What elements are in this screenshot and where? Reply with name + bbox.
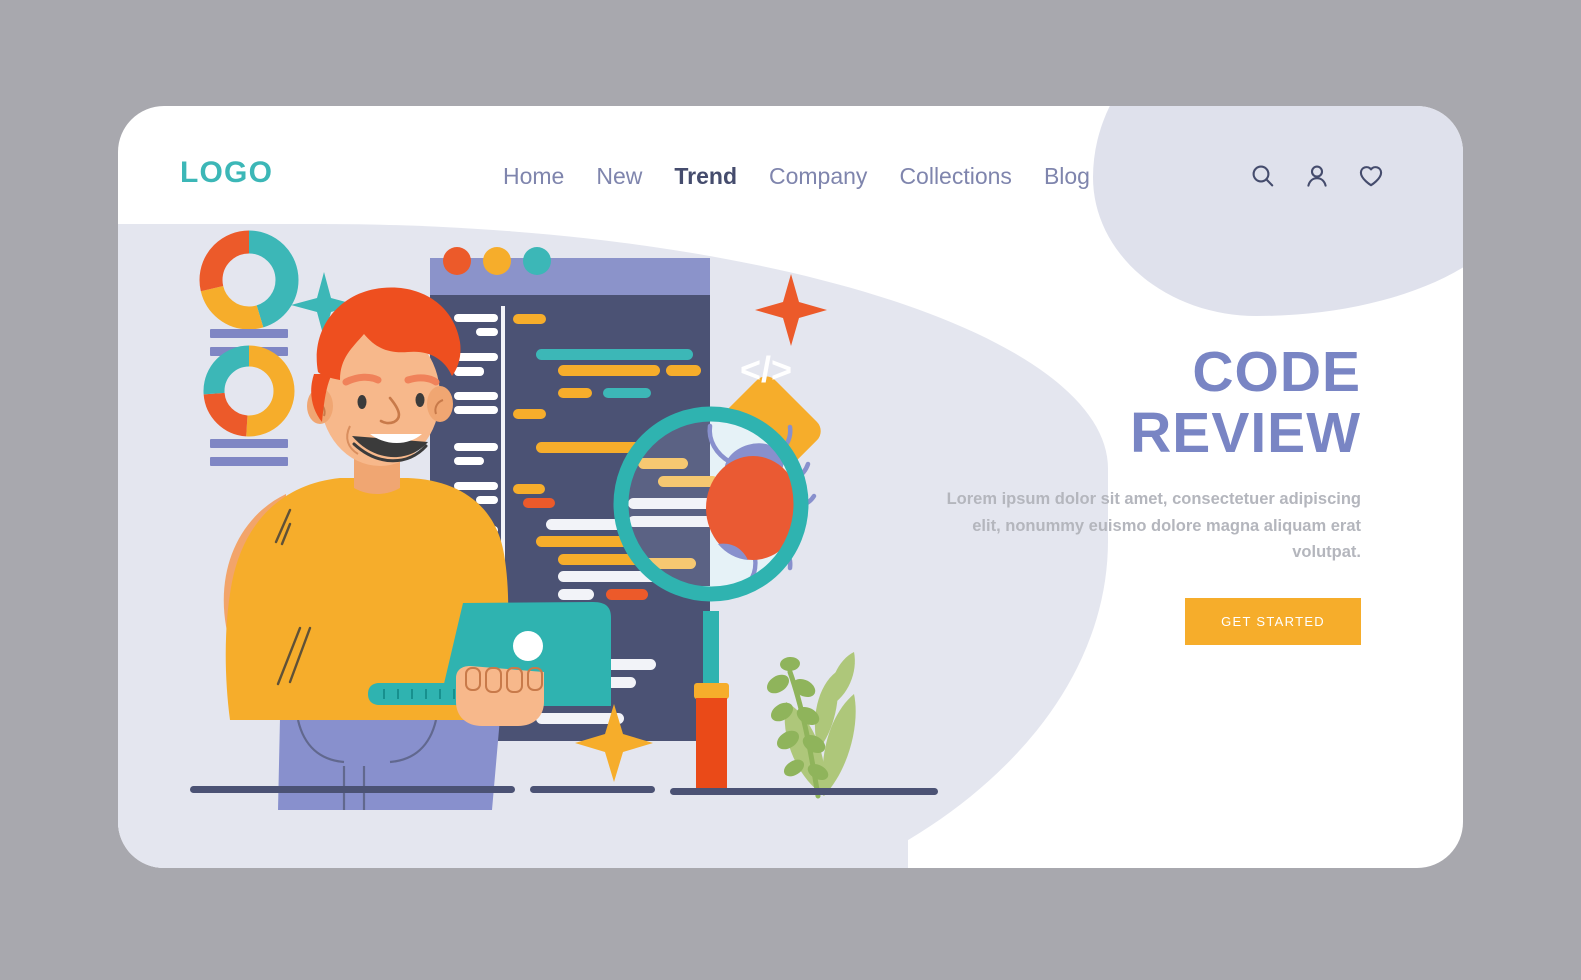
nav-item-new[interactable]: New: [596, 163, 642, 190]
main-navigation: Home New Trend Company Collections Blog: [503, 163, 1090, 190]
page-title: CODE REVIEW: [941, 342, 1361, 464]
nav-item-company[interactable]: Company: [769, 163, 867, 190]
search-icon[interactable]: [1249, 162, 1277, 190]
hero-paragraph: Lorem ipsum dolor sit amet, consectetuer…: [946, 489, 1361, 562]
heart-icon[interactable]: [1357, 162, 1385, 190]
nav-item-blog[interactable]: Blog: [1044, 163, 1090, 190]
nav-item-collections[interactable]: Collections: [899, 163, 1012, 190]
user-icon[interactable]: [1303, 162, 1331, 190]
nav-item-trend[interactable]: Trend: [674, 163, 737, 190]
nav-item-home[interactable]: Home: [503, 163, 564, 190]
page-title-line-1: CODE: [1192, 340, 1361, 404]
page-title-line-2: REVIEW: [1130, 400, 1361, 465]
landing-page-card: LOGO Home New Trend Company Collections …: [118, 106, 1463, 868]
logo[interactable]: LOGO: [180, 156, 273, 190]
decorative-blob-illustration-fill: [118, 536, 908, 868]
hero-section: CODE REVIEW Lorem ipsum dolor sit amet, …: [941, 342, 1361, 646]
site-header: LOGO Home New Trend Company Collections …: [118, 106, 1463, 266]
get-started-button[interactable]: GET STARTED: [1185, 598, 1361, 646]
header-actions: [1249, 162, 1385, 190]
page-root: LOGO Home New Trend Company Collections …: [0, 0, 1581, 980]
